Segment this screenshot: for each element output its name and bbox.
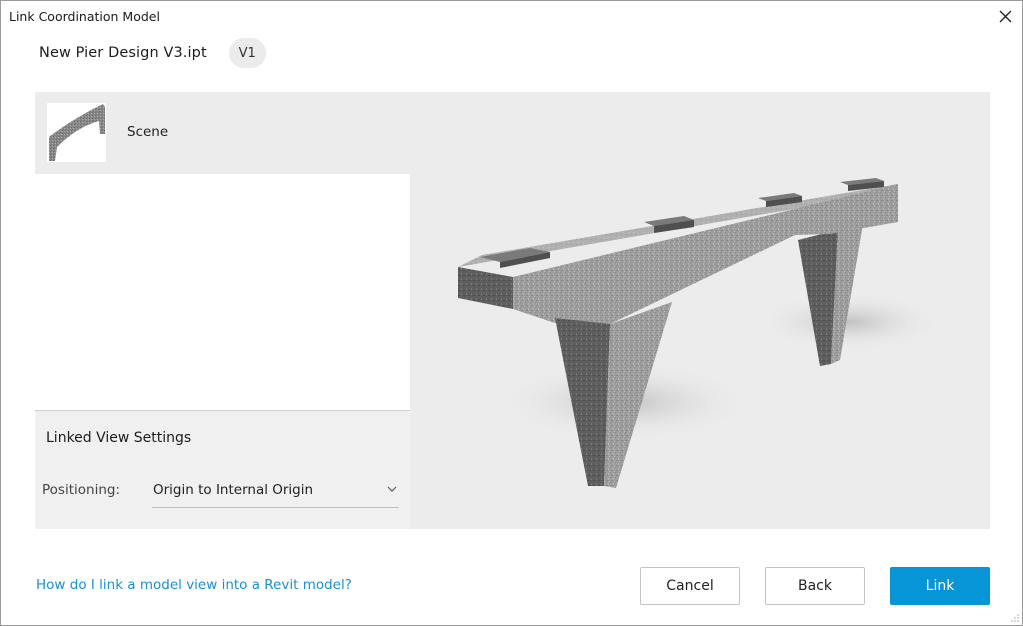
settings-title: Linked View Settings: [46, 430, 192, 446]
version-badge: V1: [228, 38, 266, 68]
dialog-window: Link Coordination Model New Pier Design …: [0, 0, 1023, 626]
model-preview[interactable]: [410, 92, 990, 529]
help-link[interactable]: How do I link a model view into a Revit …: [36, 577, 352, 593]
positioning-value: Origin to Internal Origin: [153, 482, 314, 498]
pier-model-render: [458, 178, 945, 488]
positioning-label: Positioning:: [42, 482, 120, 498]
title-bar: Link Coordination Model: [1, 1, 1022, 31]
resize-grip-icon[interactable]: [1010, 613, 1020, 623]
scene-thumbnail: [47, 103, 106, 162]
back-button[interactable]: Back: [765, 567, 865, 605]
close-button[interactable]: [994, 5, 1016, 27]
window-title: Link Coordination Model: [9, 9, 160, 24]
file-name: New Pier Design V3.ipt: [39, 45, 207, 61]
chevron-down-icon: [387, 486, 397, 492]
linked-view-settings: Linked View Settings Positioning: Origin…: [35, 410, 410, 529]
view-item-scene[interactable]: Scene: [35, 92, 410, 174]
view-list-panel: Scene Linked View Settings Positioning: …: [35, 92, 410, 529]
cancel-button[interactable]: Cancel: [640, 567, 740, 605]
positioning-dropdown[interactable]: Origin to Internal Origin: [152, 472, 399, 508]
link-button[interactable]: Link: [890, 567, 990, 605]
view-item-label: Scene: [127, 124, 169, 140]
close-icon: [999, 10, 1011, 22]
file-header: New Pier Design V3.ipt V1: [39, 38, 266, 68]
